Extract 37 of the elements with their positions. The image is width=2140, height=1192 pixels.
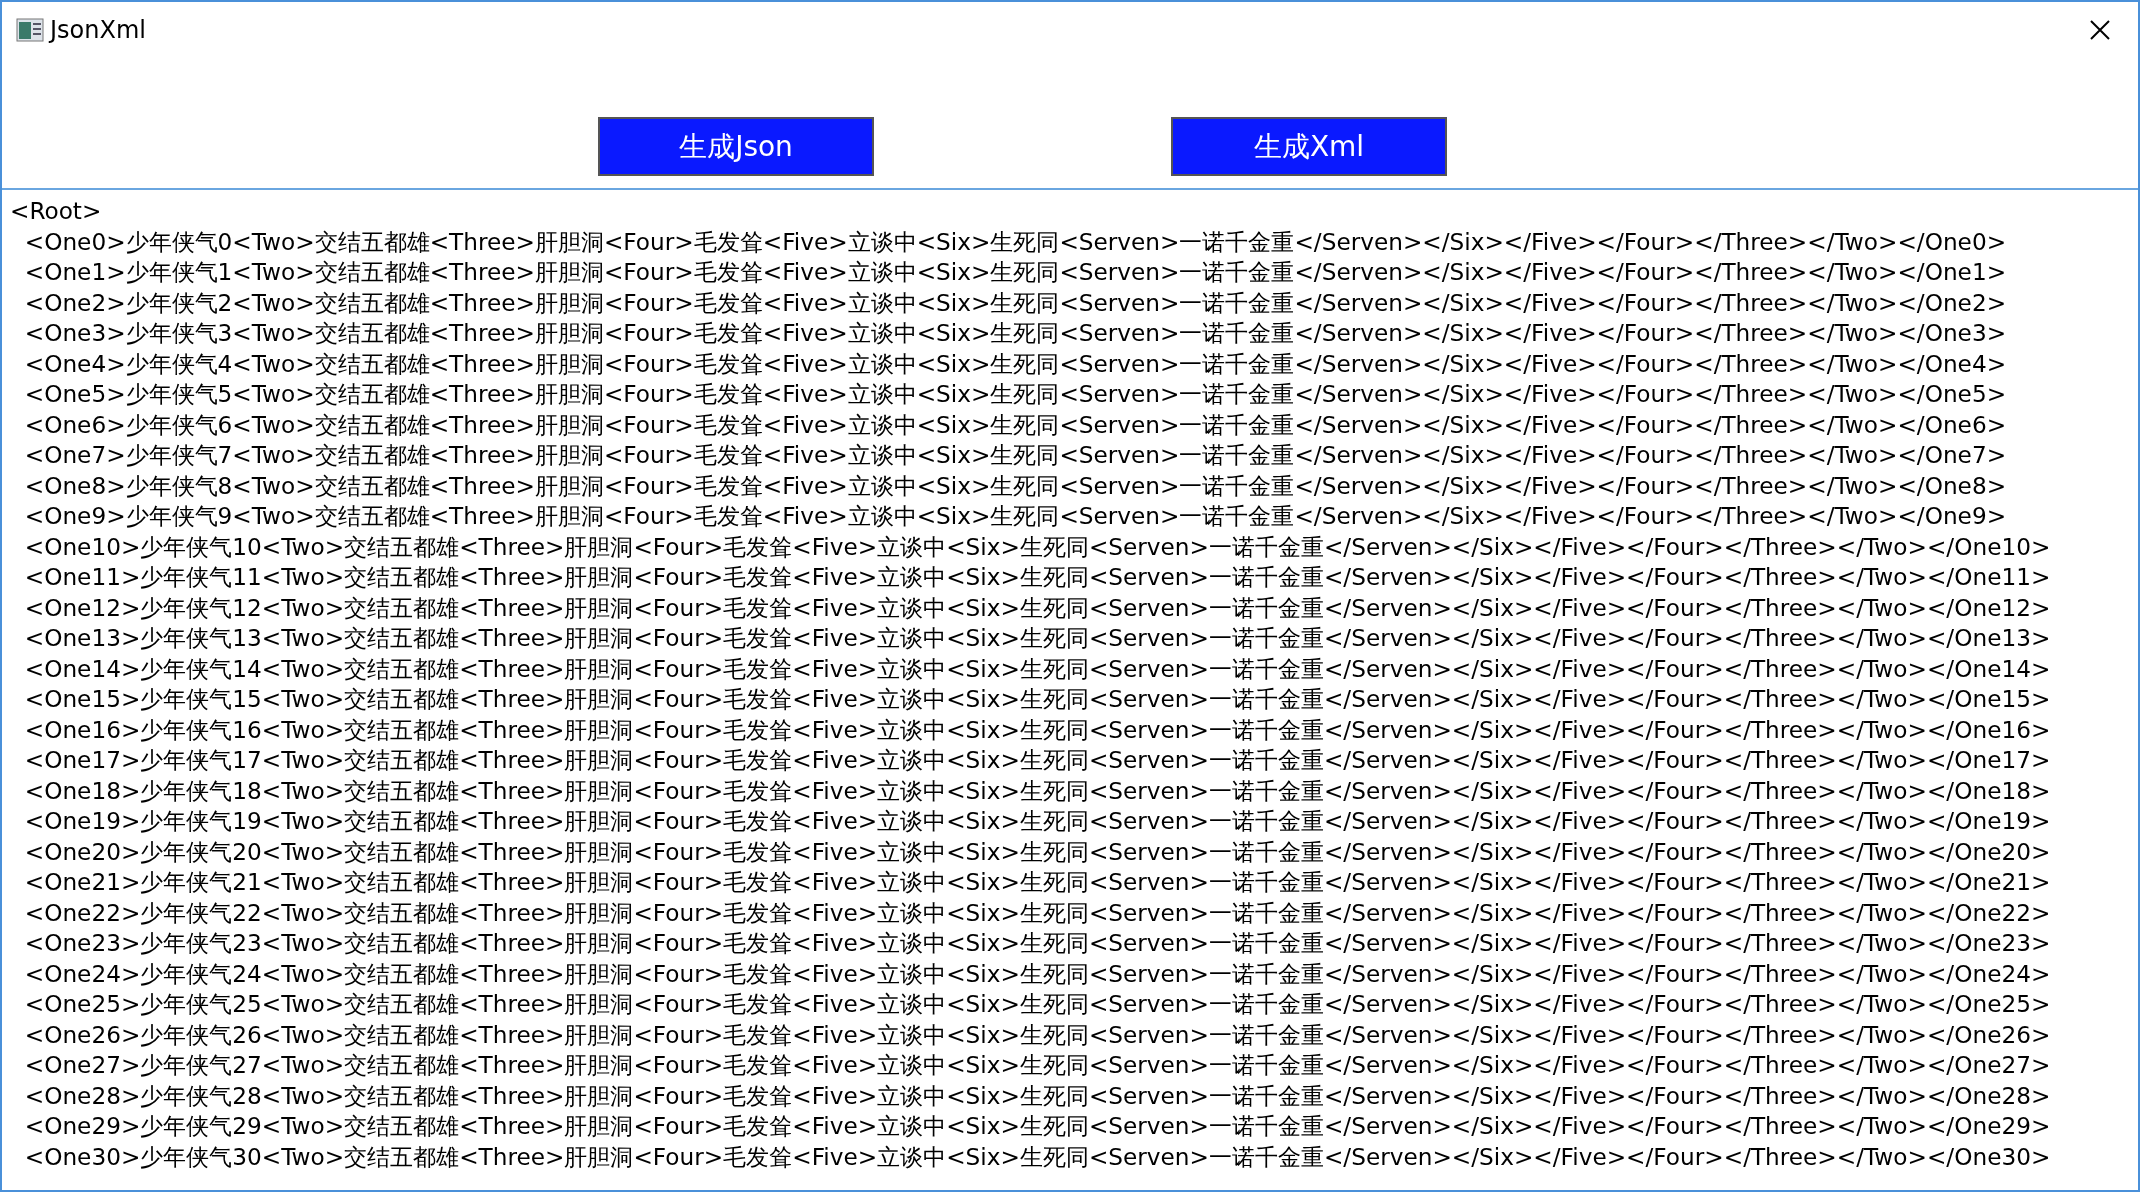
xml-line: <One12>少年侠气12<Two>交结五都雄<Three>肝胆洞<Four>毛发耸<Five>立谈中<Six>生死同<Serven>一诺千金重</Serven></Six></Five></Four></Three></Two></One12>	[23, 592, 2051, 623]
xml-line: <One19>少年侠气19<Two>交结五都雄<Three>肝胆洞<Four>毛发耸<Five>立谈中<Six>生死同<Serven>一诺千金重</Serven></Six></Five></Four></Three></Two></One19>	[23, 806, 2051, 836]
generate-button[interactable]: 生成Json	[598, 117, 874, 176]
xml-line: <One14>少年侠气14<Two>交结五都雄<Three>肝胆洞<Four>毛发耸<Five>立谈中<Six>生死同<Serven>一诺千金重</Serven></Six></Five></Four></Three></Two></One14>	[23, 653, 2051, 684]
xml-line: <One6>少年侠气6<Two>交结五都雄<Three>肝胆洞<Four>毛发耸<Five>立谈中<Six>生死同<Serven>一诺千金重</Serven></Six></Five></Four></Three></Two></One6>	[23, 409, 2007, 440]
xml-line: <One21>少年侠气21<Two>交结五都雄<Three>肝胆洞<Four>毛发耸<Five>立谈中<Six>生死同<Serven>一诺千金重</Serven></Six></Five></Four></Three></Two></One21>	[23, 867, 2051, 897]
xml-line: <One22>少年侠气22<Two>交结五都雄<Three>肝胆洞<Four>毛发耸<Five>立谈中<Six>生死同<Serven>一诺千金重</Serven></Six></Five></Four></Three></Two></One22>	[23, 897, 2051, 928]
xml-line: <One3>少年侠气3<Two>交结五都雄<Three>肝胆洞<Four>毛发耸<Five>立谈中<Six>生死同<Serven>一诺千金重</Serven></Six></Five></Four></Three></Two></One3>	[23, 318, 2007, 348]
xml-line: <One20>少年侠气20<Two>交结五都雄<Three>肝胆洞<Four>毛发耸<Five>立谈中<Six>生死同<Serven>一诺千金重</Serven></Six></Five></Four></Three></Two></One20>	[23, 836, 2051, 867]
xml-line: <One11>少年侠气11<Two>交结五都雄<Three>肝胆洞<Four>毛发耸<Five>立谈中<Six>生死同<Serven>一诺千金重</Serven></Six></Five></Four></Three></Two></One11>	[23, 562, 2051, 592]
xml-line: <One16>少年侠气16<Two>交结五都雄<Three>肝胆洞<Four>毛发耸<Five>立谈中<Six>生死同<Serven>一诺千金重</Serven></Six></Five></Four></Three></Two></One16>	[23, 714, 2051, 745]
xml-line: <One8>少年侠气8<Two>交结五都雄<Three>肝胆洞<Four>毛发耸<Five>立谈中<Six>生死同<Serven>一诺千金重</Serven></Six></Five></Four></Three></Two></One8>	[23, 470, 2007, 501]
generate-button[interactable]: 生成Xml	[1171, 117, 1447, 176]
xml-line: <One29>少年侠气29<Two>交结五都雄<Three>肝胆洞<Four>毛发耸<Five>立谈中<Six>生死同<Serven>一诺千金重</Serven></Six></Five></Four></Three></Two></One29>	[23, 1111, 2051, 1141]
xml-line: <One4>少年侠气4<Two>交结五都雄<Three>肝胆洞<Four>毛发耸<Five>立谈中<Six>生死同<Serven>一诺千金重</Serven></Six></Five></Four></Three></Two></One4>	[23, 348, 2007, 379]
app-icon	[16, 18, 44, 42]
xml-line: <One17>少年侠气17<Two>交结五都雄<Three>肝胆洞<Four>毛发耸<Five>立谈中<Six>生死同<Serven>一诺千金重</Serven></Six></Five></Four></Three></Two></One17>	[23, 745, 2051, 775]
xml-line: <One2>少年侠气2<Two>交结五都雄<Three>肝胆洞<Four>毛发耸<Five>立谈中<Six>生死同<Serven>一诺千金重</Serven></Six></Five></Four></Three></Two></One2>	[23, 287, 2007, 318]
xml-line: <One30>少年侠气30<Two>交结五都雄<Three>肝胆洞<Four>毛发耸<Five>立谈中<Six>生死同<Serven>一诺千金重</Serven></Six></Five></Four></Three></Two></One30>	[23, 1141, 2051, 1172]
xml-line: <One15>少年侠气15<Two>交结五都雄<Three>肝胆洞<Four>毛发耸<Five>立谈中<Six>生死同<Serven>一诺千金重</Serven></Six></Five></Four></Three></Two></One15>	[23, 684, 2051, 714]
xml-line: <One26>少年侠气26<Two>交结五都雄<Three>肝胆洞<Four>毛发耸<Five>立谈中<Six>生死同<Serven>一诺千金重</Serven></Six></Five></Four></Three></Two></One26>	[23, 1019, 2051, 1050]
xml-line: <One27>少年侠气27<Two>交结五都雄<Three>肝胆洞<Four>毛发耸<Five>立谈中<Six>生死同<Serven>一诺千金重</Serven></Six></Five></Four></Three></Two></One27>	[23, 1050, 2051, 1080]
xml-line: <One9>少年侠气9<Two>交结五都雄<Three>肝胆洞<Four>毛发耸<Five>立谈中<Six>生死同<Serven>一诺千金重</Serven></Six></Five></Four></Three></Two></One9>	[23, 501, 2007, 531]
xml-line: <Root>	[10, 196, 102, 226]
window-title: JsonXml	[50, 16, 146, 44]
xml-line: <One1>少年侠气1<Two>交结五都雄<Three>肝胆洞<Four>毛发耸<Five>立谈中<Six>生死同<Serven>一诺千金重</Serven></Six></Five></Four></Three></Two></One1>	[23, 257, 2007, 287]
xml-line: <One24>少年侠气24<Two>交结五都雄<Three>肝胆洞<Four>毛发耸<Five>立谈中<Six>生死同<Serven>一诺千金重</Serven></Six></Five></Four></Three></Two></One24>	[23, 958, 2051, 989]
close-icon	[2089, 19, 2111, 41]
xml-line: <One0>少年侠气0<Two>交结五都雄<Three>肝胆洞<Four>毛发耸<Five>立谈中<Six>生死同<Serven>一诺千金重</Serven></Six></Five></Four></Three></Two></One0>	[23, 226, 2007, 257]
xml-line: <One13>少年侠气13<Two>交结五都雄<Three>肝胆洞<Four>毛发耸<Five>立谈中<Six>生死同<Serven>一诺千金重</Serven></Six></Five></Four></Three></Two></One13>	[23, 623, 2051, 653]
xml-line: <One23>少年侠气23<Two>交结五都雄<Three>肝胆洞<Four>毛发耸<Five>立谈中<Six>生死同<Serven>一诺千金重</Serven></Six></Five></Four></Three></Two></One23>	[23, 928, 2051, 958]
xml-line: <One7>少年侠气7<Two>交结五都雄<Three>肝胆洞<Four>毛发耸<Five>立谈中<Six>生死同<Serven>一诺千金重</Serven></Six></Five></Four></Three></Two></One7>	[23, 440, 2007, 470]
xml-line: <One5>少年侠气5<Two>交结五都雄<Three>肝胆洞<Four>毛发耸<Five>立谈中<Six>生死同<Serven>一诺千金重</Serven></Six></Five></Four></Three></Two></One5>	[23, 379, 2007, 409]
xml-line: <One25>少年侠气25<Two>交结五都雄<Three>肝胆洞<Four>毛发耸<Five>立谈中<Six>生死同<Serven>一诺千金重</Serven></Six></Five></Four></Three></Two></One25>	[23, 989, 2051, 1019]
xml-line: <One28>少年侠气28<Two>交结五都雄<Three>肝胆洞<Four>毛发耸<Five>立谈中<Six>生死同<Serven>一诺千金重</Serven></Six></Five></Four></Three></Two></One28>	[23, 1080, 2051, 1111]
xml-line: <One10>少年侠气10<Two>交结五都雄<Three>肝胆洞<Four>毛发耸<Five>立谈中<Six>生死同<Serven>一诺千金重</Serven></Six></Five></Four></Three></Two></One10>	[23, 531, 2051, 562]
xml-line: <One18>少年侠气18<Two>交结五都雄<Three>肝胆洞<Four>毛发耸<Five>立谈中<Six>生死同<Serven>一诺千金重</Serven></Six></Five></Four></Three></Two></One18>	[23, 775, 2051, 806]
